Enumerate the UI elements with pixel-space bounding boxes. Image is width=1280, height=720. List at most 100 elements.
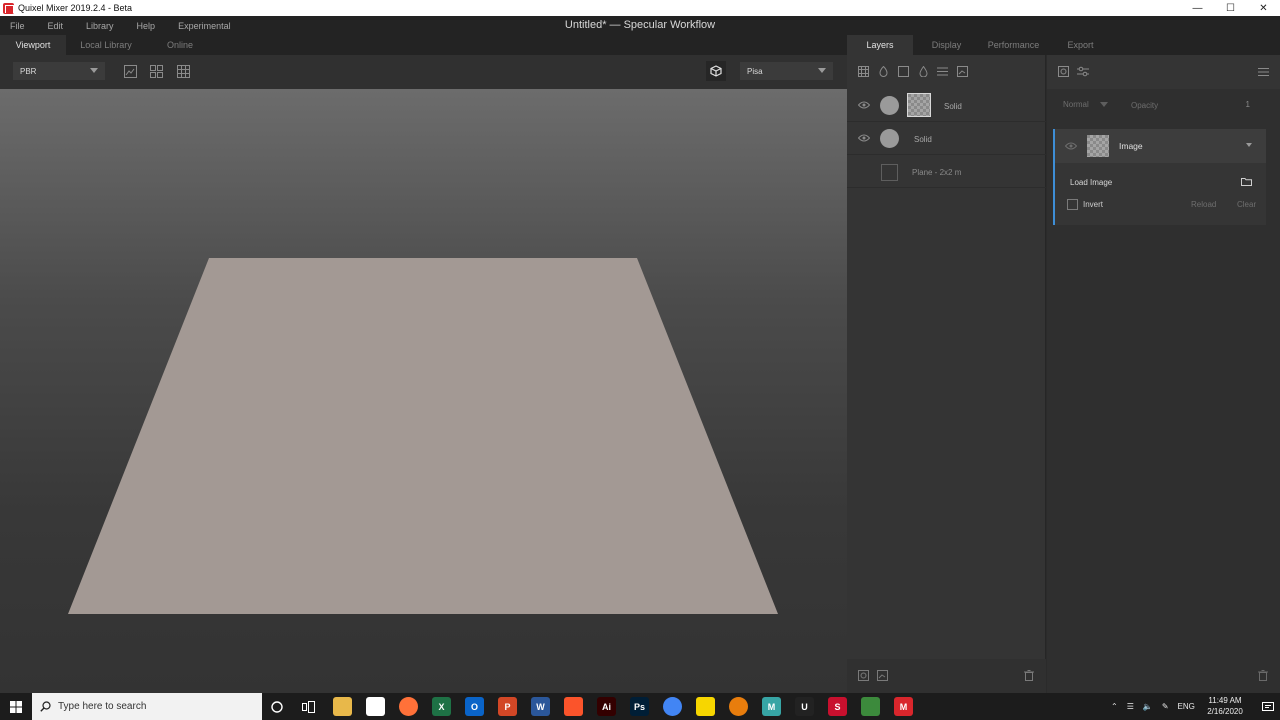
quixel-mixer-icon[interactable]: M — [894, 697, 913, 716]
chevron-down-icon[interactable] — [1246, 143, 1252, 147]
menu-file[interactable]: File — [10, 21, 25, 31]
blender-icon[interactable] — [729, 697, 748, 716]
grid-view-icon[interactable] — [177, 65, 190, 78]
word-icon[interactable]: W — [531, 697, 550, 716]
close-button[interactable]: ✕ — [1247, 0, 1280, 16]
illustrator-icon[interactable]: Ai — [597, 697, 616, 716]
eye-icon[interactable] — [1065, 142, 1077, 150]
single-view-icon[interactable] — [124, 65, 137, 78]
language-indicator[interactable]: ENG — [1178, 702, 1195, 711]
image-card-header[interactable]: Image — [1055, 129, 1266, 163]
notifications-icon[interactable] — [1262, 701, 1274, 713]
image-layer-icon[interactable] — [957, 66, 968, 77]
clock-date: 2/16/2020 — [1207, 707, 1243, 716]
start-button[interactable] — [0, 693, 32, 720]
menu-experimental[interactable]: Experimental — [178, 21, 231, 31]
mesh-name: Plane - 2x2 m — [912, 168, 962, 177]
layer-mask-thumbnail — [880, 129, 899, 148]
layer-name: Solid — [944, 102, 962, 111]
eye-icon[interactable] — [858, 101, 870, 109]
hamburger-menu-icon[interactable] — [1258, 68, 1269, 76]
photoshop-icon[interactable]: Ps — [630, 697, 649, 716]
surface-layer-icon[interactable] — [858, 66, 869, 77]
tab-local-library[interactable]: Local Library — [66, 35, 146, 55]
unreal-icon[interactable]: U — [795, 697, 814, 716]
render-mode-select[interactable]: PBR — [13, 62, 105, 80]
trash-icon[interactable] — [1024, 670, 1034, 681]
invert-checkbox[interactable] — [1067, 199, 1078, 210]
taskbar-search[interactable]: Type here to search — [32, 693, 262, 720]
windows-logo-icon — [10, 700, 22, 713]
tab-layers[interactable]: Layers — [847, 35, 913, 55]
app-logo-icon — [3, 2, 14, 14]
opacity-value[interactable]: 1 — [1246, 100, 1250, 109]
properties-toolbar — [1047, 55, 1280, 89]
paint-layer-icon[interactable] — [878, 66, 889, 77]
chevron-up-icon[interactable]: ⌃ — [1111, 702, 1118, 711]
environment-select[interactable]: Pisa — [740, 62, 833, 80]
task-view-icon[interactable] — [302, 701, 315, 713]
add-mask-icon[interactable] — [858, 670, 869, 681]
sticky-notes-icon[interactable] — [696, 697, 715, 716]
tab-online[interactable]: Online — [146, 35, 214, 55]
menu-help[interactable]: Help — [137, 21, 156, 31]
search-icon — [40, 701, 51, 712]
volume-icon[interactable]: 🔈 — [1143, 702, 1153, 711]
load-image-label[interactable]: Load Image — [1070, 178, 1112, 187]
store-icon[interactable] — [366, 697, 385, 716]
quad-view-icon[interactable] — [150, 65, 163, 78]
menu-edit[interactable]: Edit — [48, 21, 64, 31]
maximize-button[interactable]: ☐ — [1214, 0, 1247, 16]
layers-panel: Solid Solid Plane - 2x2 m — [847, 55, 1046, 693]
excel-icon[interactable]: X — [432, 697, 451, 716]
search-placeholder: Type here to search — [58, 701, 147, 712]
maya-icon[interactable]: M — [762, 697, 781, 716]
minimize-button[interactable]: — — [1181, 0, 1214, 16]
brave-icon[interactable] — [564, 697, 583, 716]
sliders-icon[interactable] — [1077, 66, 1089, 77]
layer-properties-icon[interactable] — [1058, 66, 1069, 77]
outlook-icon[interactable]: O — [465, 697, 484, 716]
stack-layer-icon[interactable] — [937, 66, 948, 77]
layer-row[interactable]: Solid — [847, 89, 1046, 122]
image-thumbnail — [1087, 135, 1109, 157]
blend-mode-value: Normal — [1063, 100, 1089, 109]
tab-performance[interactable]: Performance — [980, 35, 1047, 55]
load-image-row[interactable]: Load Image — [1055, 173, 1266, 193]
mesh-row[interactable]: Plane - 2x2 m — [847, 155, 1046, 188]
file-explorer-icon[interactable] — [333, 697, 352, 716]
clear-button[interactable]: Clear — [1237, 200, 1256, 209]
tab-display[interactable]: Display — [913, 35, 980, 55]
cortana-icon[interactable] — [271, 701, 283, 713]
folder-icon[interactable] — [1241, 177, 1252, 186]
title-bar: Quixel Mixer 2019.2.4 - Beta — ☐ ✕ — [0, 0, 1280, 16]
chevron-down-icon — [90, 68, 98, 73]
chrome-icon[interactable] — [663, 697, 682, 716]
layer-image-thumbnail — [907, 93, 931, 117]
blend-mode-select[interactable]: Normal — [1057, 96, 1115, 113]
environment-cube-button[interactable] — [706, 61, 726, 81]
3d-viewport[interactable] — [0, 89, 847, 693]
powerpoint-icon[interactable]: P — [498, 697, 517, 716]
layer-name: Solid — [914, 135, 932, 144]
pen-icon[interactable]: ✎ — [1162, 702, 1169, 711]
fill-layer-icon[interactable] — [918, 66, 929, 77]
trash-icon[interactable] — [1258, 670, 1268, 681]
photos-icon[interactable] — [861, 697, 880, 716]
add-folder-icon[interactable] — [877, 670, 888, 681]
solid-layer-icon[interactable] — [898, 66, 909, 77]
reload-button[interactable]: Reload — [1191, 200, 1216, 209]
firefox-icon[interactable] — [399, 697, 418, 716]
menu-library[interactable]: Library — [86, 21, 114, 31]
layer-row[interactable]: Solid — [847, 122, 1046, 155]
eye-icon[interactable] — [858, 134, 870, 142]
tab-export[interactable]: Export — [1047, 35, 1114, 55]
network-icon[interactable]: ☰ — [1127, 702, 1134, 711]
chevron-down-icon — [1100, 102, 1108, 107]
taskbar-clock[interactable]: 11:49 AM 2/16/2020 — [1196, 695, 1254, 717]
image-card-title: Image — [1119, 141, 1143, 151]
tab-viewport[interactable]: Viewport — [0, 35, 66, 55]
mesh-thumbnail — [881, 164, 898, 181]
substance-icon[interactable]: S — [828, 697, 847, 716]
environment-value: Pisa — [747, 66, 763, 76]
